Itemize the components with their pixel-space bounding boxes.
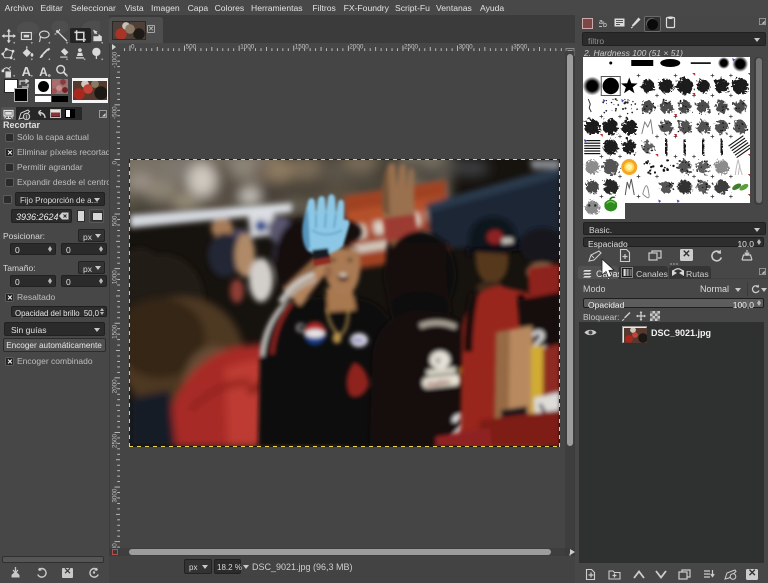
- svg-text:A: A: [22, 64, 32, 79]
- svg-text:0: 0: [112, 161, 119, 165]
- svg-text:b: b: [603, 22, 607, 29]
- svg-text:3000: 3000: [459, 44, 474, 51]
- svg-text:1500: 1500: [112, 324, 119, 339]
- svg-text:A: A: [39, 65, 48, 79]
- svg-text:C: C: [296, 321, 305, 335]
- svg-text:-1000: -1000: [112, 51, 119, 68]
- svg-text:500: 500: [186, 44, 197, 51]
- svg-text:500: 500: [112, 215, 119, 226]
- svg-text:1000: 1000: [112, 270, 119, 285]
- svg-text:3000: 3000: [112, 488, 119, 503]
- svg-text:1000: 1000: [240, 44, 255, 51]
- svg-text:2500: 2500: [404, 44, 419, 51]
- svg-text:2500: 2500: [112, 434, 119, 449]
- svg-text:3500: 3500: [513, 44, 528, 51]
- svg-text:-500: -500: [112, 106, 119, 119]
- svg-text:V: V: [435, 356, 441, 366]
- svg-text:2000: 2000: [349, 44, 364, 51]
- svg-text:0: 0: [131, 44, 135, 51]
- svg-text:2000: 2000: [112, 379, 119, 394]
- svg-text:PAI: PAI: [352, 338, 363, 345]
- svg-text:1500: 1500: [295, 44, 310, 51]
